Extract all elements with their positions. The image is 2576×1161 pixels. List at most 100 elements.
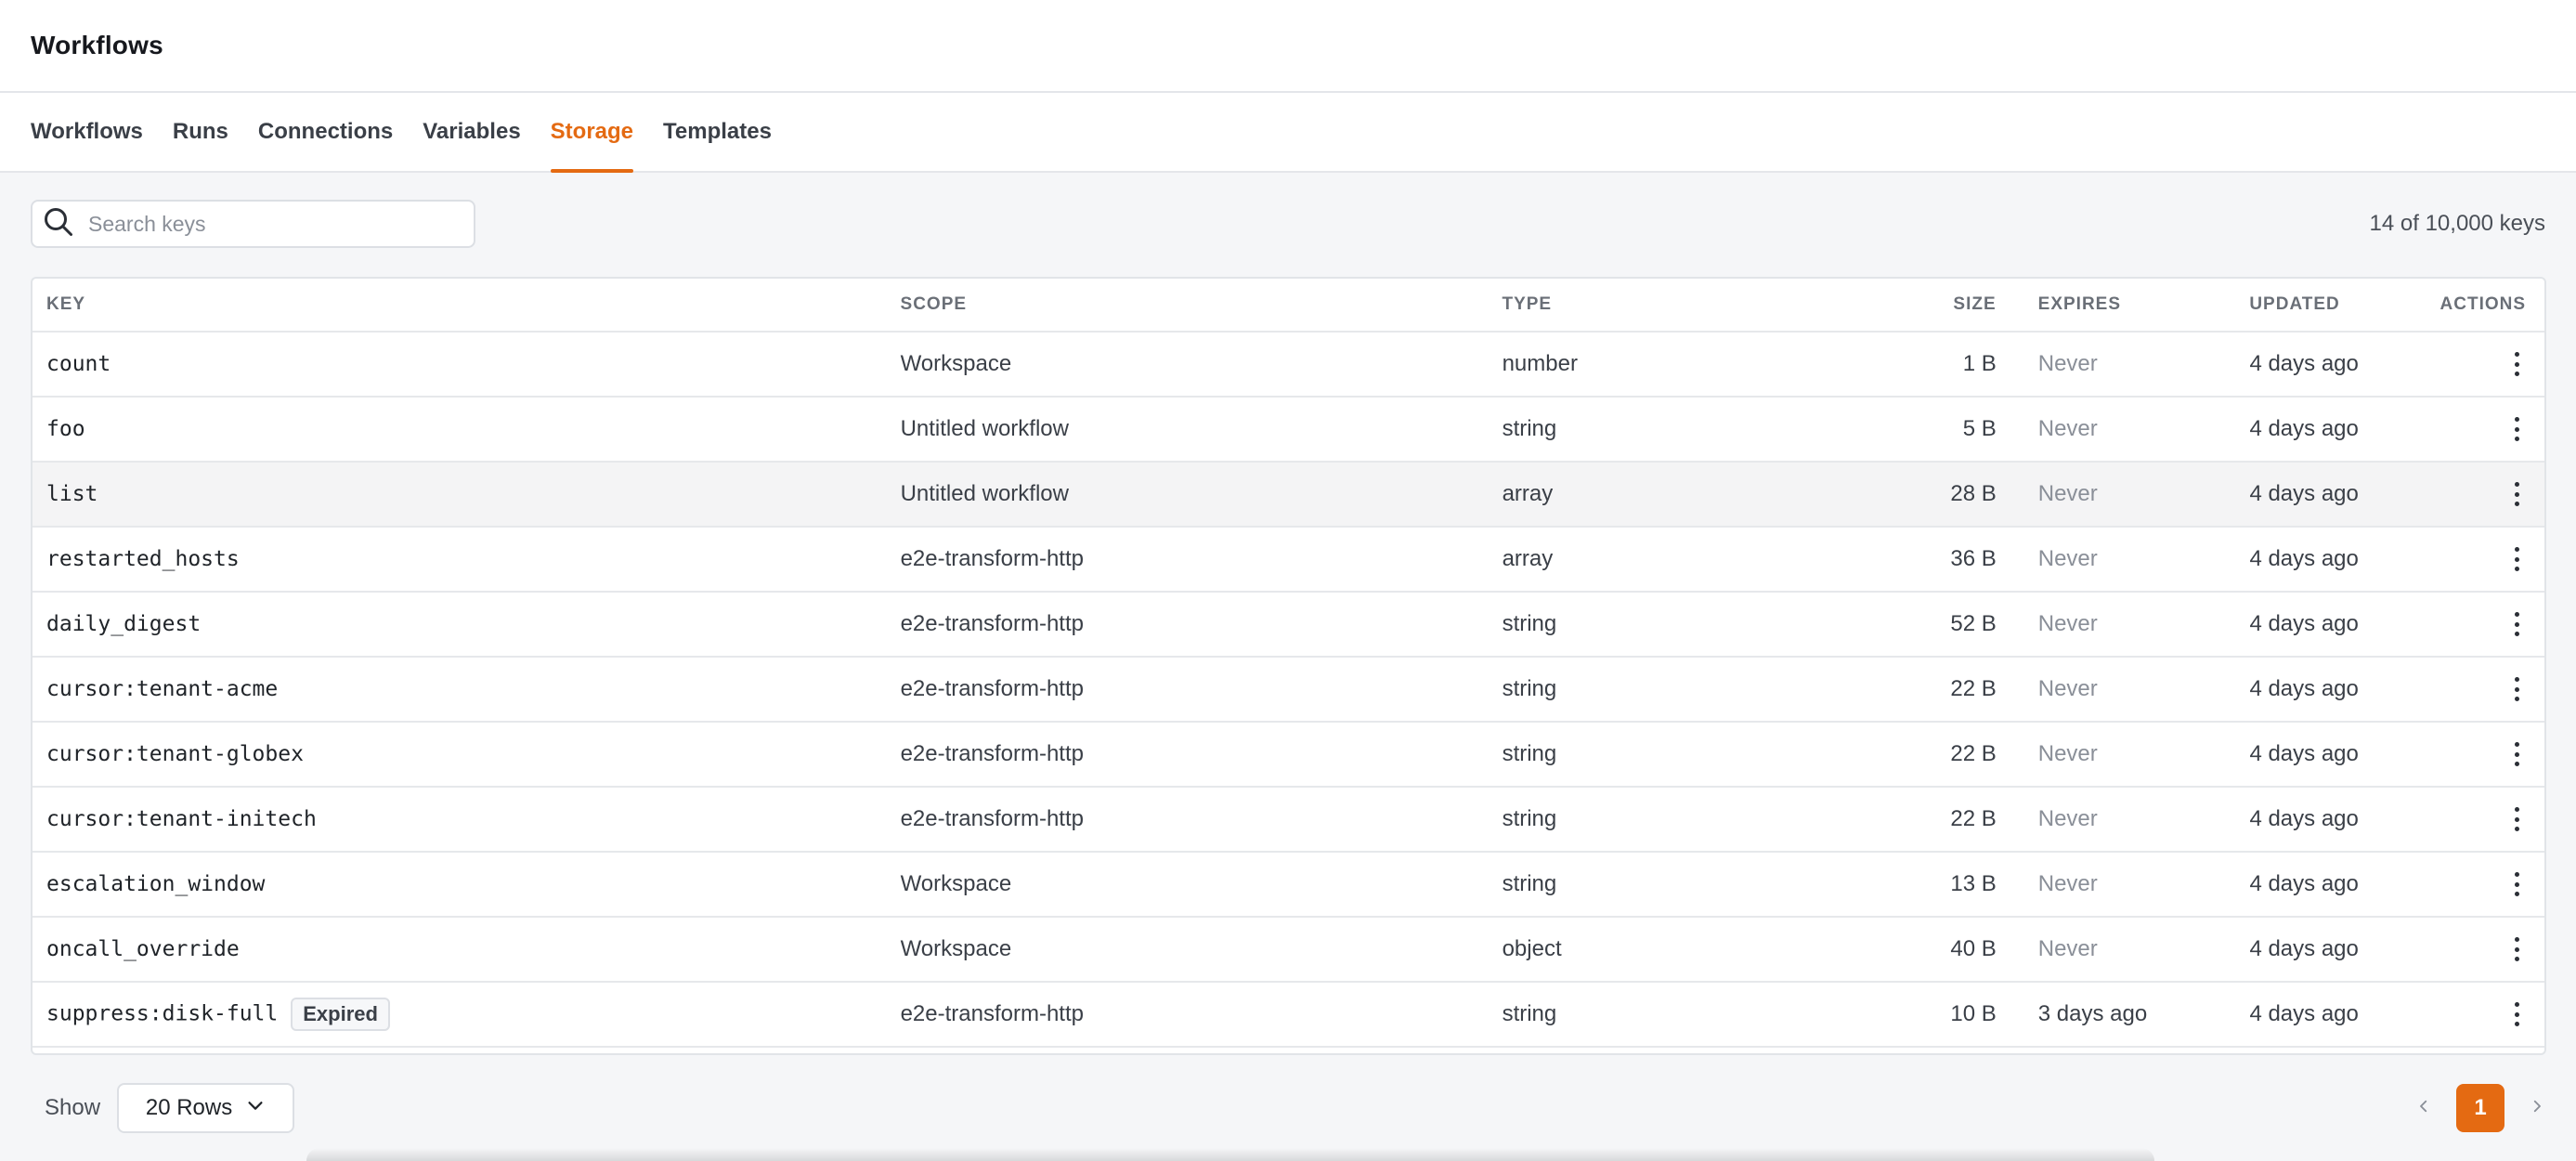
table-row[interactable]: cursor:tenant-globex e2e-transform-http … xyxy=(33,723,2544,788)
row-expires: Never xyxy=(2037,936,2098,961)
row-updated: 4 days ago xyxy=(2249,871,2359,896)
more-vertical-icon xyxy=(2507,868,2526,900)
more-vertical-icon xyxy=(2507,608,2526,640)
more-vertical-icon xyxy=(2507,543,2526,575)
table-footer: Show 20 Rows 1 xyxy=(0,1055,2576,1161)
expired-badge: Expired xyxy=(291,998,390,1031)
row-actions-button[interactable] xyxy=(2441,933,2544,965)
tab-storage[interactable]: Storage xyxy=(550,93,634,173)
row-size: 22 B xyxy=(1950,676,1997,701)
storage-table: KEY SCOPE TYPE SIZE EXPIRES UPDATED ACTI… xyxy=(31,277,2546,1055)
row-updated: 4 days ago xyxy=(2249,351,2359,376)
table-row[interactable]: cursor:tenant-initech e2e-transform-http… xyxy=(33,788,2544,853)
chevron-left-icon[interactable] xyxy=(2415,1098,2432,1119)
table-row[interactable]: list Untitled workflow array 28 B Never … xyxy=(33,463,2544,528)
row-updated: 4 days ago xyxy=(2249,481,2359,506)
more-vertical-icon xyxy=(2507,933,2526,965)
row-updated: 4 days ago xyxy=(2249,806,2359,831)
row-key: cursor:tenant-globex xyxy=(46,742,304,766)
row-updated: 4 days ago xyxy=(2249,416,2359,441)
table-row[interactable]: cursor:tenant-acme e2e-transform-http st… xyxy=(33,658,2544,723)
search-icon xyxy=(42,205,75,243)
row-size: 13 B xyxy=(1950,871,1997,896)
more-vertical-icon xyxy=(2507,413,2526,445)
row-type: string xyxy=(1502,871,1557,896)
row-updated: 4 days ago xyxy=(2249,546,2359,571)
pagination: 1 xyxy=(2415,1084,2545,1132)
row-actions-button[interactable] xyxy=(2441,413,2544,445)
row-actions-button[interactable] xyxy=(2441,478,2544,510)
row-scope: Workspace xyxy=(900,351,1012,376)
row-actions-button[interactable] xyxy=(2441,868,2544,900)
tab-bar: Workflows Runs Connections Variables Sto… xyxy=(0,93,2576,173)
tab-variables[interactable]: Variables xyxy=(423,93,520,171)
toolbar: 14 of 10,000 keys xyxy=(0,173,2576,275)
row-type: string xyxy=(1502,1001,1557,1026)
row-updated: 4 days ago xyxy=(2249,611,2359,636)
storage-page: Workflows Workflows Runs Connections Var… xyxy=(0,0,2576,1161)
more-vertical-icon xyxy=(2507,998,2526,1030)
rows-per-page: Show 20 Rows xyxy=(45,1083,295,1133)
row-scope: Workspace xyxy=(900,936,1012,961)
table-row[interactable]: oncall_override Workspace object 40 B Ne… xyxy=(33,918,2544,983)
row-expires: Never xyxy=(2037,741,2098,766)
row-actions-button[interactable] xyxy=(2441,348,2544,380)
table-row[interactable]: foo Untitled workflow string 5 B Never 4… xyxy=(33,398,2544,463)
tab-runs[interactable]: Runs xyxy=(173,93,228,171)
row-expires: Never xyxy=(2037,481,2098,506)
table-row[interactable]: restarted_hosts e2e-transform-http array… xyxy=(33,528,2544,593)
row-scope: Untitled workflow xyxy=(900,416,1069,441)
row-key: cursor:tenant-initech xyxy=(46,807,317,831)
row-type: string xyxy=(1502,741,1557,766)
row-size: 10 B xyxy=(1950,1001,1997,1026)
search-box[interactable] xyxy=(31,200,475,248)
row-updated: 4 days ago xyxy=(2249,676,2359,701)
column-header-expires: EXPIRES xyxy=(2037,294,2122,314)
row-expires: Never xyxy=(2037,416,2098,441)
row-actions-button[interactable] xyxy=(2441,738,2544,770)
row-actions-button[interactable] xyxy=(2441,543,2544,575)
more-vertical-icon xyxy=(2507,803,2526,835)
row-expires: Never xyxy=(2037,676,2098,701)
floating-panel-shadow xyxy=(306,1148,2154,1161)
column-header-size: SIZE xyxy=(1953,294,1997,314)
chevron-right-icon[interactable] xyxy=(2529,1098,2545,1119)
row-key: list xyxy=(46,482,98,506)
table-row[interactable]: escalation_window Workspace string 13 B … xyxy=(33,853,2544,918)
row-scope: e2e-transform-http xyxy=(900,806,1084,831)
table-row[interactable]: daily_digest e2e-transform-http string 5… xyxy=(33,593,2544,658)
tab-templates[interactable]: Templates xyxy=(663,93,772,171)
more-vertical-icon xyxy=(2507,478,2526,510)
tab-workflows[interactable]: Workflows xyxy=(31,93,143,171)
table-row[interactable]: suppress:disk-full Expired e2e-transform-… xyxy=(33,983,2544,1048)
column-header-key: KEY xyxy=(46,294,86,314)
row-key: foo xyxy=(46,417,85,441)
row-scope: e2e-transform-http xyxy=(900,611,1084,636)
page-button[interactable]: 1 xyxy=(2456,1084,2504,1132)
row-type: array xyxy=(1502,546,1554,571)
row-actions-button[interactable] xyxy=(2441,998,2544,1030)
row-key: suppress:disk-full xyxy=(46,1001,279,1026)
row-actions-button[interactable] xyxy=(2441,803,2544,835)
search-input[interactable] xyxy=(88,211,441,237)
row-actions-button[interactable] xyxy=(2441,673,2544,705)
row-expires: Never xyxy=(2037,546,2098,571)
row-size: 52 B xyxy=(1950,611,1997,636)
chevron-down-icon xyxy=(245,1095,266,1122)
row-actions-button[interactable] xyxy=(2441,608,2544,640)
row-key: cursor:tenant-acme xyxy=(46,677,279,701)
app-title: Workflows xyxy=(31,31,163,59)
row-updated: 4 days ago xyxy=(2249,1001,2359,1026)
row-size: 28 B xyxy=(1950,481,1997,506)
row-type: string xyxy=(1502,676,1557,701)
rows-per-page-select[interactable]: 20 Rows xyxy=(117,1083,295,1133)
row-key: daily_digest xyxy=(46,612,202,636)
row-type: object xyxy=(1502,936,1562,961)
table-row[interactable]: count Workspace number 1 B Never 4 days … xyxy=(33,333,2544,398)
row-size: 1 B xyxy=(1962,351,1997,376)
row-size: 5 B xyxy=(1962,416,1997,441)
rows-per-page-value: 20 Rows xyxy=(145,1095,233,1120)
row-key: restarted_hosts xyxy=(46,547,240,571)
tab-connections[interactable]: Connections xyxy=(258,93,393,171)
row-scope: Workspace xyxy=(900,871,1012,896)
